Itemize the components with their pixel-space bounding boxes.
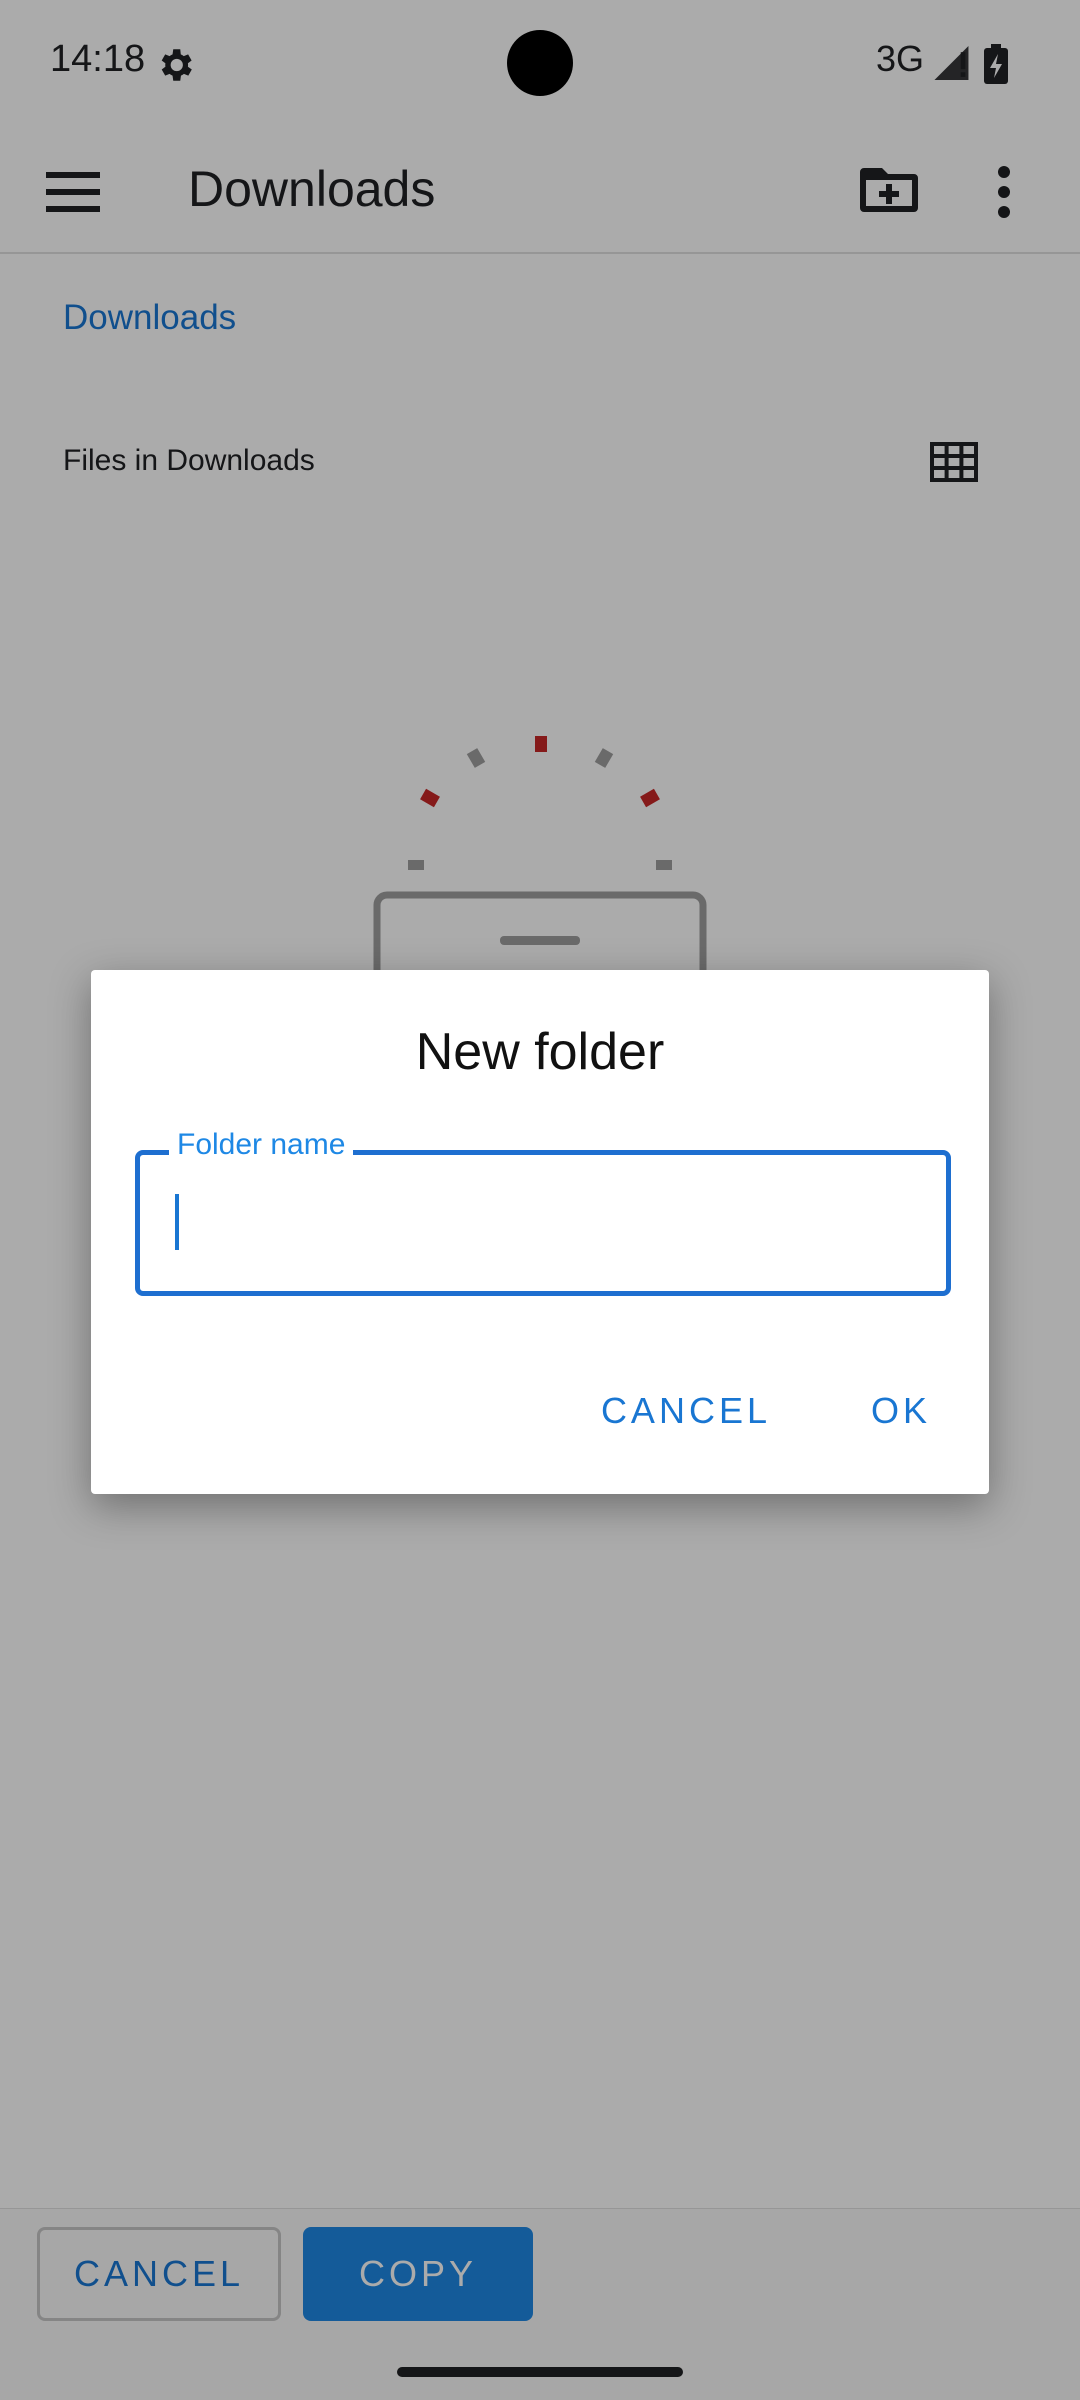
text-cursor	[175, 1194, 179, 1250]
dialog-cancel-button[interactable]: CANCEL	[601, 1390, 771, 1432]
dialog-actions: CANCEL OK	[601, 1390, 931, 1432]
folder-name-field[interactable]: Folder name	[135, 1128, 951, 1296]
new-folder-dialog: New folder Folder name CANCEL OK	[91, 970, 989, 1494]
folder-name-label: Folder name	[169, 1128, 354, 1162]
folder-name-input[interactable]	[169, 1186, 909, 1258]
screen: 14:18 3G Downloads Downloads Files in Do…	[0, 0, 1080, 2400]
dialog-ok-button[interactable]: OK	[871, 1390, 931, 1432]
dialog-title: New folder	[415, 1023, 665, 1081]
